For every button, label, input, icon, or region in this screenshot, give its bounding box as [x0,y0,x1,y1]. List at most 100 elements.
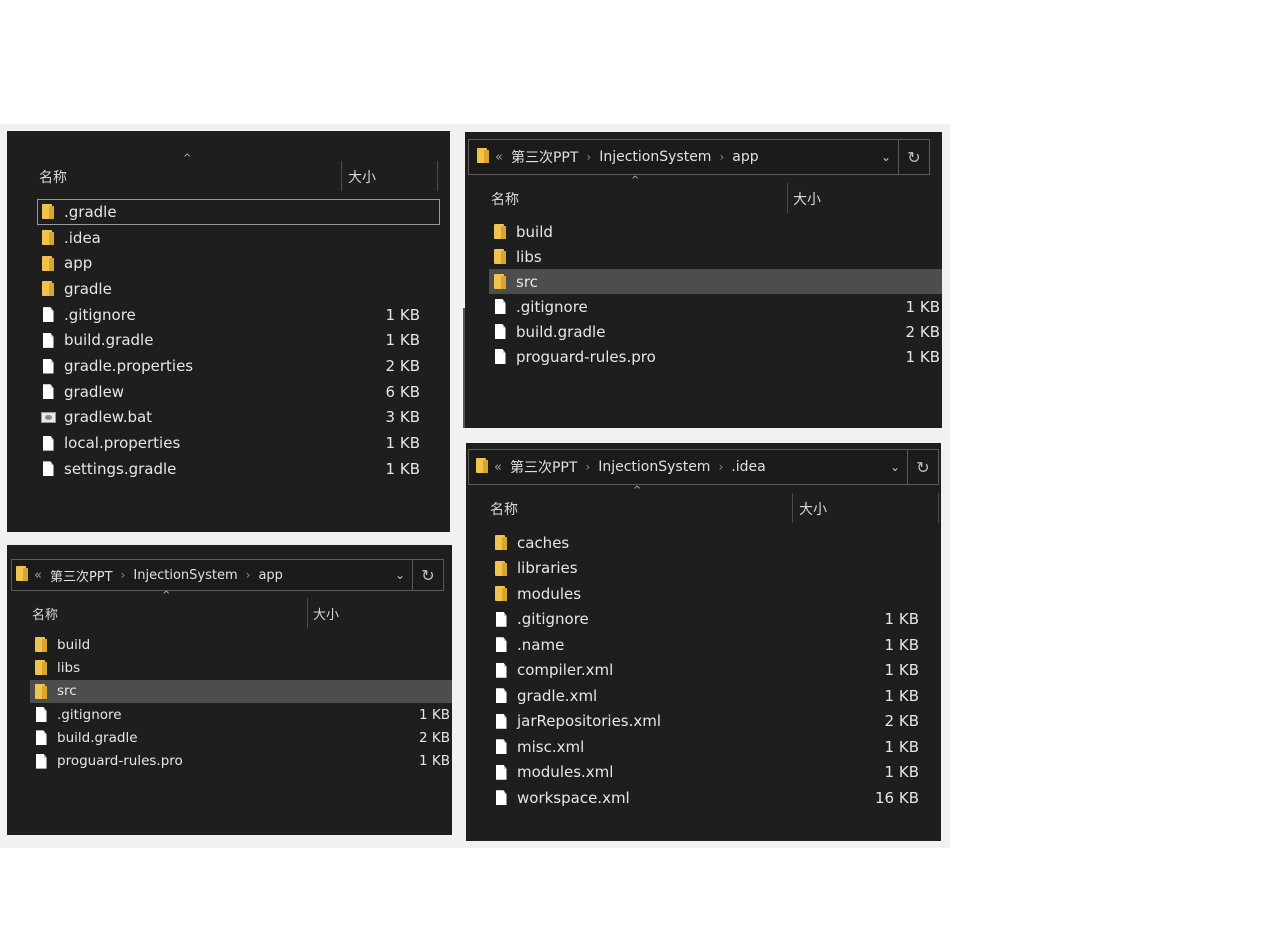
file-row[interactable]: settings.gradle 1 KB [37,456,440,482]
file-row[interactable]: misc.xml 1 KB [490,734,929,760]
column-size[interactable]: 大小 [793,189,821,209]
breadcrumb-item[interactable]: InjectionSystem [133,568,237,583]
column-name[interactable]: 名称 [490,499,518,519]
file-row[interactable]: proguard-rules.pro 1 KB [30,750,452,773]
folder-row[interactable]: libs [489,244,942,269]
column-name[interactable]: 名称 [491,189,519,209]
breadcrumb-item[interactable]: app [258,568,282,583]
column-size[interactable]: 大小 [348,167,376,187]
chevron-down-icon[interactable]: ⌄ [874,150,898,164]
breadcrumb-item[interactable]: .idea [731,459,765,475]
folder-row[interactable]: build [30,633,452,656]
breadcrumb-item[interactable]: 第三次PPT [510,457,577,477]
item-name: build [516,222,553,241]
item-name: gradle [64,279,112,298]
column-divider[interactable] [938,493,939,523]
item-size: 1 KB [884,661,919,680]
breadcrumb-item[interactable]: InjectionSystem [598,459,710,475]
folder-icon [16,565,28,585]
item-name: workspace.xml [517,788,630,807]
column-divider[interactable] [792,493,793,523]
file-row[interactable]: .gitignore 1 KB [37,302,440,328]
file-row[interactable]: build.gradle 2 KB [30,726,452,749]
refresh-button[interactable]: ↻ [898,140,929,174]
column-size[interactable]: 大小 [313,604,339,623]
column-divider[interactable] [437,161,438,191]
folder-row[interactable]: modules [490,581,929,607]
file-icon [37,307,59,323]
chevron-down-icon[interactable]: ⌄ [883,460,907,474]
file-icon [489,324,511,339]
refresh-icon: ↻ [421,565,435,585]
folder-row[interactable]: gradle [37,276,440,302]
folder-row[interactable]: .idea [37,225,440,251]
address-bar[interactable]: « 第三次PPT › InjectionSystem › .idea ⌄ ↻ [468,449,939,485]
column-header: ^ 名称 大小 [466,485,941,523]
file-row[interactable]: jarRepositories.xml 2 KB [490,709,929,735]
file-row[interactable]: gradlew.bat 3 KB [37,405,440,431]
breadcrumb-item[interactable]: 第三次PPT [511,147,578,167]
overflow-chevron-icon[interactable]: « [495,150,503,165]
item-name: libs [57,659,81,676]
folder-row[interactable]: src [30,679,452,703]
refresh-button[interactable]: ↻ [412,560,443,590]
breadcrumb-item[interactable]: InjectionSystem [599,149,711,165]
breadcrumb-item[interactable]: app [732,149,758,165]
folder-icon [37,255,59,271]
folder-row[interactable]: app [37,250,440,276]
file-icon [490,688,512,704]
overflow-chevron-icon[interactable]: « [34,568,42,583]
breadcrumb-separator-icon[interactable]: › [121,568,126,582]
file-row[interactable]: .gitignore 1 KB [30,703,452,726]
overflow-chevron-icon[interactable]: « [494,460,502,475]
file-row[interactable]: workspace.xml 16 KB [490,785,929,811]
column-divider[interactable] [787,183,788,213]
column-name[interactable]: 名称 [32,604,58,623]
file-row[interactable]: compiler.xml 1 KB [490,658,929,684]
item-name: app [64,254,93,273]
folder-row[interactable]: src [489,269,942,294]
file-row[interactable]: .name 1 KB [490,632,929,658]
address-bar[interactable]: « 第三次PPT › InjectionSystem › app ⌄ ↻ [11,559,444,591]
breadcrumb-separator-icon[interactable]: › [718,460,723,474]
breadcrumb-separator-icon[interactable]: › [246,568,251,582]
file-row[interactable]: proguard-rules.pro 1 KB [489,344,942,369]
breadcrumb: 第三次PPT › InjectionSystem › app [511,147,874,167]
folder-row[interactable]: libraries [490,556,929,582]
item-name: gradle.properties [64,357,194,376]
sort-caret-icon: ^ [183,153,192,164]
file-row[interactable]: build.gradle 1 KB [37,328,440,354]
breadcrumb-item[interactable]: 第三次PPT [50,566,113,585]
folder-icon [30,683,52,699]
file-icon [37,332,59,348]
folder-row[interactable]: caches [490,530,929,556]
column-divider[interactable] [341,161,342,191]
file-row[interactable]: gradlew 6 KB [37,379,440,405]
item-size: 3 KB [385,408,420,427]
breadcrumb-separator-icon[interactable]: › [719,150,724,164]
column-size[interactable]: 大小 [799,499,827,519]
item-name: .gradle [64,202,117,221]
column-divider[interactable] [307,598,308,628]
folder-row[interactable]: .gradle [37,199,440,225]
item-name: compiler.xml [517,661,614,680]
item-name: proguard-rules.pro [516,347,656,366]
file-row[interactable]: gradle.properties 2 KB [37,353,440,379]
file-row[interactable]: .gitignore 1 KB [489,294,942,319]
address-bar[interactable]: « 第三次PPT › InjectionSystem › app ⌄ ↻ [468,139,930,175]
refresh-button[interactable]: ↻ [907,450,938,484]
file-icon [37,461,59,477]
column-name[interactable]: 名称 [39,167,67,187]
folder-row[interactable]: build [489,219,942,244]
file-row[interactable]: local.properties 1 KB [37,430,440,456]
folder-icon [490,560,512,576]
breadcrumb-separator-icon[interactable]: › [586,150,591,164]
file-row[interactable]: modules.xml 1 KB [490,760,929,786]
file-row[interactable]: gradle.xml 1 KB [490,683,929,709]
file-row[interactable]: build.gradle 2 KB [489,319,942,344]
folder-row[interactable]: libs [30,656,452,679]
breadcrumb-separator-icon[interactable]: › [585,460,590,474]
file-row[interactable]: .gitignore 1 KB [490,607,929,633]
item-name: gradlew.bat [64,408,153,427]
chevron-down-icon[interactable]: ⌄ [388,568,412,582]
